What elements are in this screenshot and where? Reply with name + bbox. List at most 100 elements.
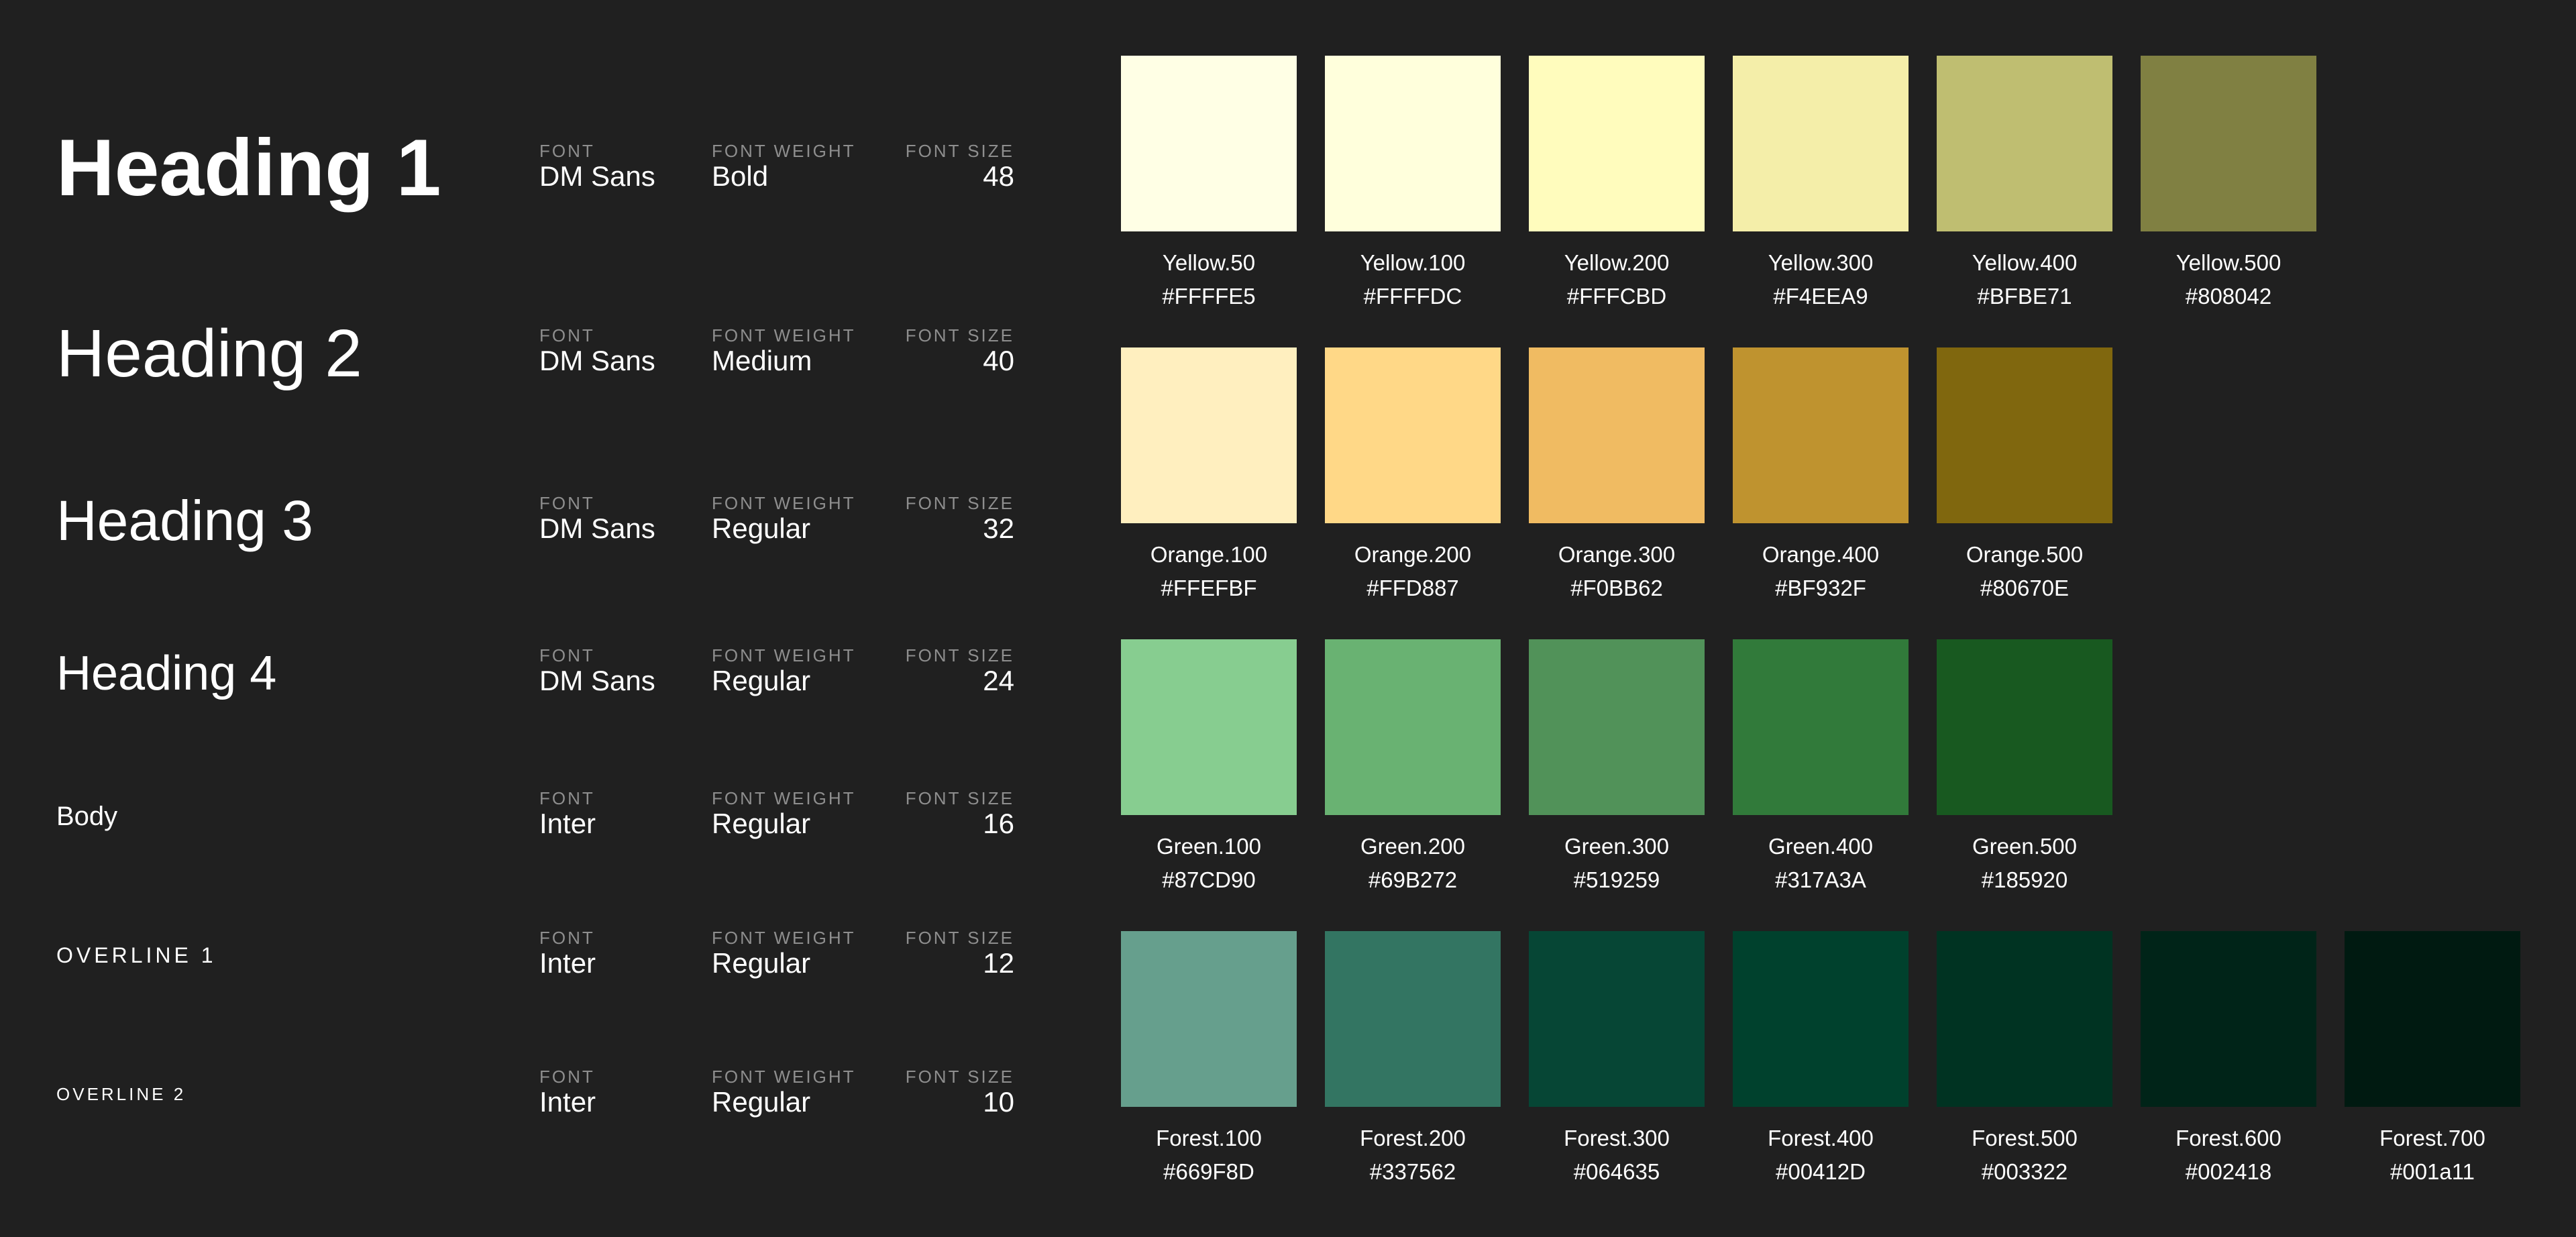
font-weight-value: Regular [712,665,811,696]
color-chip[interactable] [1325,56,1501,231]
color-swatch[interactable]: Forest.200 #337562 [1325,931,1501,1189]
type-size-meta: FONT SIZE 32 [885,493,1014,544]
swatch-hex-code: #FFD887 [1366,576,1459,600]
color-swatch[interactable]: Yellow.200 #FFFCBD [1529,56,1705,313]
swatch-name: Yellow.300 [1768,250,1874,275]
swatch-name: Orange.300 [1558,542,1676,567]
swatch-hex-code: #001a11 [2390,1159,2475,1184]
color-swatch[interactable]: Green.100 #87CD90 [1121,639,1297,897]
color-chip[interactable] [1325,347,1501,523]
swatch-name: Orange.100 [1150,542,1268,567]
color-chip[interactable] [1325,931,1501,1107]
color-chip[interactable] [1937,639,2112,815]
swatch-hex-code: #808042 [2185,284,2272,309]
color-swatch[interactable]: Orange.200 #FFD887 [1325,347,1501,605]
color-swatch[interactable]: Forest.400 #00412D [1733,931,1909,1189]
color-swatch[interactable]: Yellow.300 #F4EEA9 [1733,56,1909,313]
swatch-hex-code: #519259 [1573,867,1660,892]
color-swatch[interactable]: Forest.600 #002418 [2141,931,2316,1189]
color-swatch[interactable]: Orange.400 #BF932F [1733,347,1909,605]
type-size-meta: FONT SIZE 12 [885,928,1014,979]
swatch-hex-code: #064635 [1573,1159,1660,1184]
color-swatch[interactable]: Yellow.500 #808042 [2141,56,2316,313]
swatch-hex-code: #337562 [1369,1159,1456,1184]
font-size-value: 40 [983,345,1014,376]
swatch-hex-code: #317A3A [1775,867,1866,892]
swatch-hex-code: #87CD90 [1162,867,1256,892]
color-chip[interactable] [1121,56,1297,231]
type-font-meta: FONT Inter [539,788,596,839]
color-chip[interactable] [1121,931,1297,1107]
swatch-hex-code: #003322 [1981,1159,2068,1184]
color-chip[interactable] [1937,931,2112,1107]
color-swatch[interactable]: Orange.300 #F0BB62 [1529,347,1705,605]
color-chip[interactable] [1529,931,1705,1107]
color-swatch[interactable]: Forest.300 #064635 [1529,931,1705,1189]
color-chip[interactable] [1529,56,1705,231]
color-chip[interactable] [1121,347,1297,523]
swatch-hex-code: #BF932F [1775,576,1866,600]
color-swatch[interactable]: Green.300 #519259 [1529,639,1705,897]
color-chip[interactable] [1529,347,1705,523]
color-swatch[interactable]: Green.400 #317A3A [1733,639,1909,897]
font-size-value: 12 [983,947,1014,979]
type-sample-overline-1: OVERLINE 1 [56,943,217,967]
swatch-name: Forest.500 [1972,1126,2078,1150]
font-size-label: FONT SIZE [905,788,1014,808]
color-chip[interactable] [1121,639,1297,815]
font-size-value: 10 [983,1086,1014,1118]
font-value: Inter [539,947,596,979]
color-chip[interactable] [1325,639,1501,815]
color-swatch[interactable]: Yellow.50 #FFFFE5 [1121,56,1297,313]
color-swatch[interactable]: Yellow.400 #BFBE71 [1937,56,2112,313]
swatch-name: Forest.100 [1156,1126,1262,1150]
color-swatch[interactable]: Orange.500 #80670E [1937,347,2112,605]
color-chip[interactable] [1529,639,1705,815]
color-chip[interactable] [1937,56,2112,231]
color-swatch[interactable]: Yellow.100 #FFFFDC [1325,56,1501,313]
color-chip[interactable] [1733,931,1909,1107]
type-sample-heading-3: Heading 3 [56,489,313,552]
font-value: DM Sans [539,345,655,376]
font-size-label: FONT SIZE [905,1067,1014,1087]
type-weight-meta: FONT WEIGHT Bold [712,141,856,192]
color-chip[interactable] [1733,639,1909,815]
color-swatch[interactable]: Forest.700 #001a11 [2345,931,2520,1189]
font-label: FONT [539,645,595,665]
color-swatch[interactable]: Forest.100 #669F8D [1121,931,1297,1189]
type-font-meta: FONT Inter [539,928,596,979]
color-chip[interactable] [2141,931,2316,1107]
font-label: FONT [539,141,595,161]
color-swatch[interactable]: Orange.100 #FFEFBF [1121,347,1297,605]
color-swatch[interactable]: Green.500 #185920 [1937,639,2112,897]
swatch-hex-code: #FFEFBF [1161,576,1257,600]
swatch-name: Orange.500 [1966,542,2084,567]
type-size-meta: FONT SIZE 24 [885,645,1014,696]
swatch-name: Forest.600 [2176,1126,2282,1150]
color-swatch[interactable]: Forest.500 #003322 [1937,931,2112,1189]
color-chip[interactable] [1937,347,2112,523]
color-chip[interactable] [1733,56,1909,231]
font-size-value: 48 [983,160,1014,192]
font-weight-value: Bold [712,160,769,192]
type-sample-heading-1: Heading 1 [56,123,441,213]
swatch-name: Green.300 [1564,834,1669,859]
font-weight-value: Regular [712,947,811,979]
color-chip[interactable] [2345,931,2520,1107]
swatch-name: Yellow.100 [1360,250,1466,275]
font-value: DM Sans [539,665,655,696]
swatch-name: Forest.300 [1564,1126,1670,1150]
type-size-meta: FONT SIZE 10 [885,1067,1014,1118]
swatch-hex-code: #FFFFE5 [1162,284,1256,309]
font-label: FONT [539,1067,595,1087]
color-swatch[interactable]: Green.200 #69B272 [1325,639,1501,897]
font-label: FONT [539,928,595,948]
color-chip[interactable] [1733,347,1909,523]
font-size-label: FONT SIZE [905,645,1014,665]
type-sample-heading-4: Heading 4 [56,647,277,700]
color-chip[interactable] [2141,56,2316,231]
swatch-name: Orange.200 [1354,542,1472,567]
swatch-hex-code: #BFBE71 [1977,284,2072,309]
type-sample-body: Body [56,802,118,831]
type-weight-meta: FONT WEIGHT Medium [712,325,856,376]
